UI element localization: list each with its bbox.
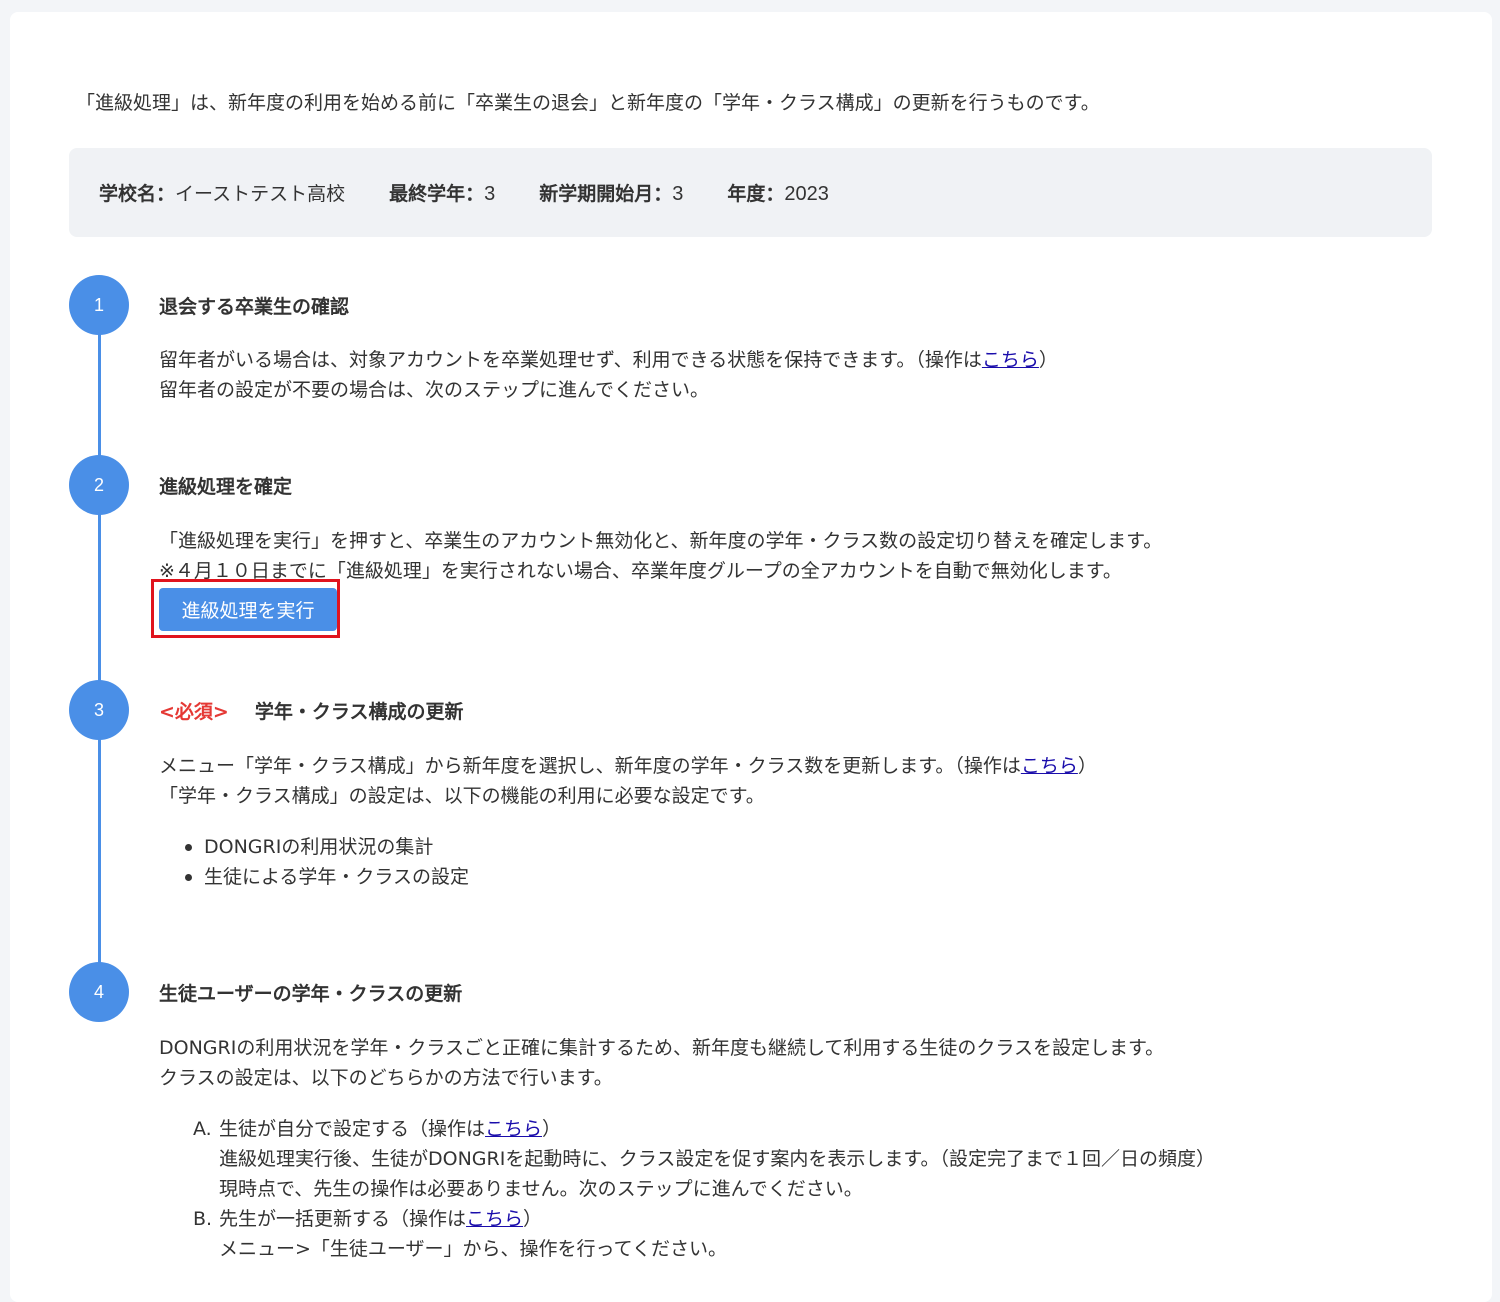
step-4-description: DONGRIの利用状況を学年・クラスごと正確に集計するため、新年度も継続して利用… [159,1037,1165,1089]
step-2-circle: 2 [69,455,129,515]
intro-text: 「進級処理」は、新年度の利用を始める前に「卒業生の退会」と新年度の「学年・クラス… [76,92,1100,114]
start-month: 新学期開始月：3 [539,183,684,205]
step-4-title: 生徒ユーザーの学年・クラスの更新 [159,983,463,1005]
step-3-help-link[interactable]: こちら [1021,755,1078,777]
list-item: DONGRIの利用状況の集計 [185,832,469,862]
step-4-methods-list: A. 生徒が自分で設定する（操作はこちら） 進級処理実行後、生徒がDONGRIを… [193,1114,1215,1264]
step-3-circle: 3 [69,680,129,740]
step-3-description: メニュー「学年・クラス構成」から新年度を選択し、新年度の学年・クラス数を更新しま… [159,755,1097,807]
school-info-box: 学校名：イーストテスト高校 最終学年：3 新学期開始月：3 年度：2023 [69,148,1432,237]
list-item: 生徒による学年・クラスの設定 [185,862,469,892]
method-a-detail: 現時点で、先生の操作は必要ありません。次のステップに進んでください。 [219,1178,863,1200]
step-4-circle: 4 [69,962,129,1022]
method-a-help-link[interactable]: こちら [485,1118,542,1140]
step-1-description: 留年者がいる場合は、対象アカウントを卒業処理せず、利用できる状態を保持できます。… [159,349,1058,401]
required-label: <必須> [159,701,229,723]
step-3-bullet-list: DONGRIの利用状況の集計 生徒による学年・クラスの設定 [185,832,469,892]
final-grade: 最終学年：3 [389,183,496,205]
execute-promotion-button[interactable]: 進級処理を実行 [159,588,337,631]
step-2-description: 「進級処理を実行」を押すと、卒業生のアカウント無効化と、新年度の学年・クラス数の… [159,530,1163,582]
timeline-line [98,300,101,990]
step-2-title: 進級処理を確定 [159,476,293,498]
method-b-detail: メニュー>「生徒ユーザー」から、操作を行ってください。 [219,1238,728,1260]
method-a: A. 生徒が自分で設定する（操作はこちら） [193,1118,562,1140]
step-1-circle: 1 [69,275,129,335]
method-b-help-link[interactable]: こちら [466,1208,523,1230]
school-year: 年度：2023 [727,183,829,205]
step-1-help-link[interactable]: こちら [982,349,1039,371]
step-3-title: <必須> 学年・クラス構成の更新 [159,701,464,723]
method-b: B. 先生が一括更新する（操作はこちら） [193,1208,543,1230]
method-a-detail: 進級処理実行後、生徒がDONGRIを起動時に、クラス設定を促す案内を表示します。… [219,1148,1215,1170]
school-name: 学校名：イーストテスト高校 [99,183,346,205]
step-1-title: 退会する卒業生の確認 [159,296,350,318]
